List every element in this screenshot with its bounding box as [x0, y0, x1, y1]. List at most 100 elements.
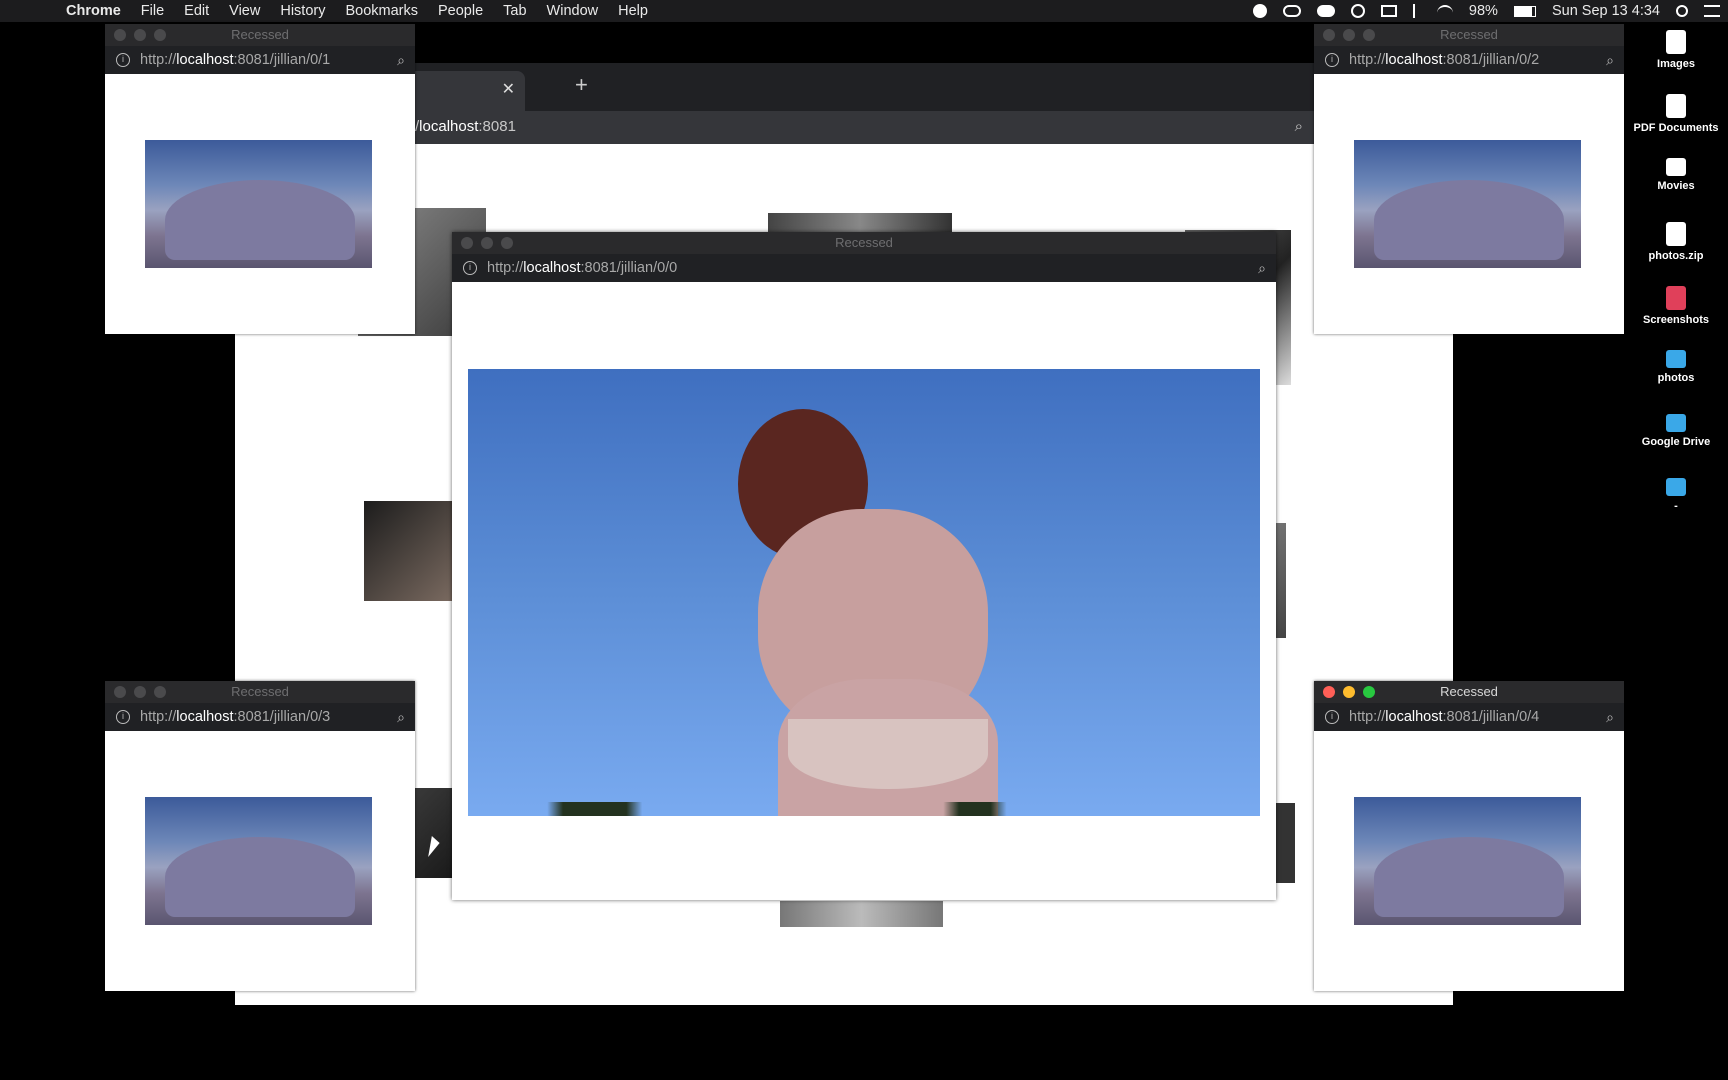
zoom-icon[interactable]: ⌕	[1258, 254, 1266, 282]
google-drive-g-icon[interactable]	[1350, 4, 1365, 18]
folder-icon	[1666, 478, 1686, 496]
notification-center-icon[interactable]	[1704, 5, 1720, 17]
close-window-icon[interactable]	[1323, 686, 1335, 698]
menu-file[interactable]: File	[131, 3, 174, 19]
minimize-window-icon[interactable]	[1343, 686, 1355, 698]
zoom-window-icon[interactable]	[154, 686, 166, 698]
address-bar[interactable]: i http://localhost:8081/jillian/0/4 ⌕	[1314, 703, 1624, 731]
creative-cloud-icon[interactable]	[1282, 5, 1301, 17]
address-bar[interactable]: i http://localhost:8081/jillian/0/3 ⌕	[105, 703, 415, 731]
zoom-icon[interactable]: ⌕	[397, 46, 405, 74]
close-window-icon[interactable]	[461, 237, 473, 249]
desktop-icon-folder[interactable]: -	[1621, 478, 1728, 512]
reclining-photo	[1354, 140, 1581, 268]
info-icon[interactable]: i	[1325, 53, 1339, 67]
gallery-thumbnail[interactable]	[410, 788, 452, 878]
window-controls[interactable]	[461, 237, 513, 249]
address-bar[interactable]: i http://localhost:8081/jillian/0/1 ⌕	[105, 46, 415, 74]
menu-app-chrome[interactable]: Chrome	[56, 3, 131, 19]
desktop-icon-photos[interactable]: photos	[1621, 350, 1728, 384]
menubar-clock[interactable]: Sun Sep 13 4:34	[1544, 3, 1668, 19]
close-tab-icon[interactable]: ✕	[502, 79, 515, 99]
menu-history[interactable]: History	[270, 3, 335, 19]
menu-help[interactable]: Help	[608, 3, 658, 19]
window-title: Recessed	[231, 684, 289, 699]
address-url[interactable]: /localhost:8081	[415, 118, 516, 135]
address-url[interactable]: http://localhost:8081/jillian/0/3	[140, 709, 330, 725]
zoom-window-icon[interactable]	[1363, 29, 1375, 41]
address-url[interactable]: http://localhost:8081/jillian/0/1	[140, 52, 330, 68]
zoom-icon[interactable]: ⌕	[1606, 703, 1614, 731]
reclining-photo	[145, 797, 372, 925]
bluetooth-icon[interactable]	[1412, 4, 1421, 18]
menu-edit[interactable]: Edit	[174, 3, 219, 19]
battery-icon[interactable]	[1513, 5, 1536, 17]
info-icon[interactable]: i	[116, 710, 130, 724]
zoom-icon[interactable]: ⌕	[1606, 46, 1614, 74]
zoom-window-icon[interactable]	[1363, 686, 1375, 698]
address-url[interactable]: http://localhost:8081/jillian/0/0	[487, 260, 677, 276]
desktop-icon-movies[interactable]: Movies	[1621, 158, 1728, 192]
address-url[interactable]: http://localhost:8081/jillian/0/4	[1349, 709, 1539, 725]
folder-icon	[1666, 350, 1686, 368]
wifi-icon[interactable]	[1436, 5, 1453, 17]
desktop-icon-pdf-documents[interactable]: PDF Documents	[1621, 94, 1728, 134]
menu-view[interactable]: View	[219, 3, 270, 19]
desktop-icon-images[interactable]: Images	[1621, 30, 1728, 70]
desktop-icon-google-drive[interactable]: Google Drive	[1621, 414, 1728, 448]
menu-window[interactable]: Window	[537, 3, 609, 19]
desktop-icon-label: photos	[1657, 372, 1695, 384]
minimize-window-icon[interactable]	[481, 237, 493, 249]
address-bar[interactable]: i http://localhost:8081/jillian/0/0 ⌕	[452, 254, 1276, 282]
window-title: Recessed	[835, 235, 893, 250]
gallery-thumbnail[interactable]	[364, 501, 453, 601]
airplay-icon[interactable]	[1380, 5, 1397, 17]
address-bar[interactable]: i http://localhost:8081/jillian/0/2 ⌕	[1314, 46, 1624, 74]
window-controls[interactable]	[114, 686, 166, 698]
window-title-bar[interactable]: Recessed	[105, 24, 415, 46]
window-title-bar[interactable]: Recessed	[452, 232, 1276, 254]
window-title-bar[interactable]: Recessed	[105, 681, 415, 703]
window-title: Recessed	[1440, 684, 1498, 699]
zoom-window-icon[interactable]	[501, 237, 513, 249]
new-tab-button[interactable]: +	[575, 72, 588, 98]
minimize-window-icon[interactable]	[134, 29, 146, 41]
minimize-window-icon[interactable]	[1343, 29, 1355, 41]
cloud-upload-icon[interactable]	[1316, 5, 1335, 17]
zoom-window-icon[interactable]	[154, 29, 166, 41]
popup-window-3: Recessed i http://localhost:8081/jillian…	[105, 681, 415, 991]
minimize-window-icon[interactable]	[134, 686, 146, 698]
window-controls[interactable]	[1323, 686, 1375, 698]
popup-window-2: Recessed i http://localhost:8081/jillian…	[1314, 24, 1624, 334]
gallery-thumbnail[interactable]	[1275, 803, 1295, 883]
menu-bookmarks[interactable]: Bookmarks	[335, 3, 428, 19]
menu-people[interactable]: People	[428, 3, 493, 19]
window-controls[interactable]	[1323, 29, 1375, 41]
zoom-icon[interactable]: ⌕	[1295, 118, 1303, 135]
menu-bar: Chrome File Edit View History Bookmarks …	[0, 0, 1728, 22]
desktop-icon-photos-zip[interactable]: photos.zip	[1621, 222, 1728, 262]
close-window-icon[interactable]	[114, 29, 126, 41]
address-url[interactable]: http://localhost:8081/jillian/0/2	[1349, 52, 1539, 68]
document-icon	[1666, 94, 1686, 118]
zoom-icon[interactable]: ⌕	[397, 703, 405, 731]
window-controls[interactable]	[114, 29, 166, 41]
standing-figure-photo	[468, 369, 1260, 816]
desktop-icon-screenshots[interactable]: Screenshots	[1621, 286, 1728, 326]
image-stack-icon	[1666, 30, 1686, 54]
address-bar[interactable]: /localhost:8081 ⌕	[235, 111, 1453, 144]
info-icon[interactable]: i	[116, 53, 130, 67]
center-popup-window: Recessed i http://localhost:8081/jillian…	[452, 232, 1276, 900]
gallery-thumbnail[interactable]	[780, 901, 943, 927]
window-title-bar[interactable]: Recessed	[1314, 681, 1624, 703]
spotlight-search-icon[interactable]	[1676, 5, 1688, 17]
close-window-icon[interactable]	[114, 686, 126, 698]
close-window-icon[interactable]	[1323, 29, 1335, 41]
record-icon[interactable]	[1252, 4, 1267, 18]
info-icon[interactable]: i	[1325, 710, 1339, 724]
tab-bar: ✕ +	[235, 63, 1453, 111]
reclining-photo	[1354, 797, 1581, 925]
window-title-bar[interactable]: Recessed	[1314, 24, 1624, 46]
info-icon[interactable]: i	[463, 261, 477, 275]
menu-tab[interactable]: Tab	[493, 3, 536, 19]
